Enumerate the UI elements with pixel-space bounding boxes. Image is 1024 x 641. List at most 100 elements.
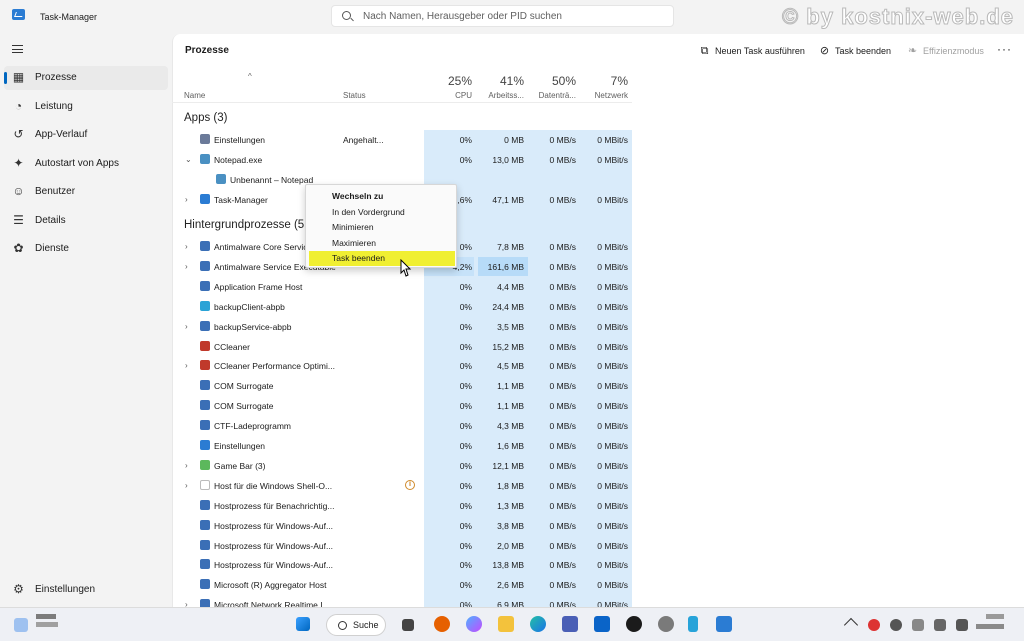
process-name: Hostprozess für Benachrichtig... — [214, 500, 335, 511]
expand-chevron-icon[interactable]: › — [185, 461, 188, 470]
volume-icon[interactable] — [934, 619, 946, 631]
table-row[interactable]: Hostprozess für Windows-Auf... 0% 3,8 MB 0 … — [172, 516, 632, 536]
table-row[interactable]: ⌄ Notepad.exe 0% 13,0 MB 0 MB/s 0 MBit/s — [172, 150, 632, 170]
cpu-total-percent[interactable]: 25% — [424, 74, 472, 88]
efficiency-mode-button[interactable]: ❧ Effizienzmodus — [907, 43, 984, 59]
efficiency-mode-label: Effizienzmodus — [923, 46, 984, 56]
more-options-button[interactable]: ··· — [997, 42, 1012, 56]
windows-start-icon[interactable] — [296, 617, 310, 631]
process-name: COM Surrogate — [214, 401, 274, 412]
disk-total-percent[interactable]: 50% — [528, 74, 576, 88]
process-name: CCleaner — [214, 341, 250, 352]
column-header-cpu[interactable]: CPU — [424, 91, 472, 100]
process-name: Microsoft (R) Aggregator Host — [214, 580, 327, 591]
table-row[interactable]: CTF-Ladeprogramm 0% 4,3 MB 0 MB/s 0 MBit/s — [172, 416, 632, 436]
end-task-button[interactable]: ⊘ Task beenden — [819, 43, 891, 59]
task-manager-taskbar-icon[interactable] — [716, 616, 732, 632]
expand-chevron-icon[interactable]: › — [185, 481, 188, 490]
sidebar-item-details[interactable]: ☰ Details — [4, 209, 168, 233]
network-total-percent[interactable]: 7% — [580, 74, 628, 88]
table-row[interactable]: COM Surrogate 0% 1,1 MB 0 MB/s 0 MBit/s — [172, 396, 632, 416]
task-view-icon[interactable] — [402, 619, 414, 631]
network-value: 0 MBit/s — [597, 361, 628, 372]
memory-total-percent[interactable]: 41% — [476, 74, 524, 88]
table-row[interactable]: › backupService-abpb 0% 3,5 MB 0 MB/s 0 MBit/… — [172, 317, 632, 337]
column-header-memory[interactable]: Arbeitss... — [476, 91, 524, 100]
expand-chevron-icon[interactable]: › — [185, 195, 188, 204]
table-row[interactable]: Einstellungen 0% 1,6 MB 0 MB/s 0 MBit/s — [172, 436, 632, 456]
expand-chevron-icon[interactable]: ⌄ — [185, 155, 192, 164]
copilot-icon[interactable] — [466, 616, 482, 632]
table-row[interactable]: COM Surrogate 0% 1,1 MB 0 MB/s 0 MBit/s — [172, 376, 632, 396]
table-row[interactable]: Application Frame Host 0% 4,4 MB 0 MB/s 0 MB… — [172, 277, 632, 297]
disk-value: 0 MB/s — [549, 242, 576, 252]
paused-icon: ll — [405, 479, 415, 490]
network-icon[interactable] — [912, 619, 924, 631]
chevron-up-icon[interactable] — [843, 617, 859, 633]
sidebar-item-leistung[interactable]: ◔ Leistung — [4, 95, 168, 119]
table-row[interactable]: › Host für die Windows Shell-O... ll 0% 1,8 … — [172, 476, 632, 496]
expand-chevron-icon[interactable]: › — [185, 361, 188, 370]
process-icon — [200, 400, 210, 411]
outlook-icon[interactable] — [594, 616, 610, 632]
table-row[interactable]: CCleaner 0% 15,2 MB 0 MB/s 0 MBit/s — [172, 337, 632, 357]
column-header-network[interactable]: Netzwerk — [580, 91, 628, 100]
sidebar-item-autostart-von-apps[interactable]: ✦ Autostart von Apps — [4, 152, 168, 176]
column-header-disk[interactable]: Datenträ... — [528, 91, 576, 100]
context-menu-item-in-den-vordergrund[interactable]: In den Vordergrund — [306, 205, 458, 220]
memory-value: 15,2 MB — [492, 341, 524, 352]
cloud-icon[interactable] — [890, 619, 902, 631]
table-row[interactable]: › Game Bar (3) 0% 12,1 MB 0 MB/s 0 MBit/s — [172, 456, 632, 476]
tray-app-icon[interactable] — [868, 619, 880, 631]
context-menu-item-task-beenden[interactable]: Task beenden — [309, 251, 455, 266]
expand-chevron-icon[interactable]: › — [185, 242, 188, 251]
taskbar-search[interactable]: Suche — [326, 614, 386, 636]
sidebar-item-prozesse[interactable]: ▦ Prozesse — [4, 66, 168, 90]
table-row[interactable]: Microsoft (R) Aggregator Host 0% 2,6 MB 0 M… — [172, 575, 632, 595]
table-row[interactable]: backupClient-abpb 0% 24,4 MB 0 MB/s 0 MBit/s — [172, 297, 632, 317]
widgets-icon[interactable] — [14, 618, 28, 632]
memory-value: 1,1 MB — [497, 401, 524, 412]
sidebar-item-dienste[interactable]: ✿ Dienste — [4, 237, 168, 261]
app-dark-icon[interactable] — [626, 616, 642, 632]
sidebar-item-settings[interactable]: ⚙ Einstellungen — [4, 578, 168, 602]
memory-value: 1,6 MB — [497, 441, 524, 451]
column-header-name[interactable]: Name — [184, 91, 205, 100]
context-menu-item-wechseln-zu[interactable]: Wechseln zu — [306, 189, 458, 204]
memory-value: 4,5 MB — [497, 361, 524, 372]
context-menu-item-minimieren[interactable]: Minimieren — [306, 220, 458, 235]
sidebar-item-app-verlauf[interactable]: ↺ App-Verlauf — [4, 123, 168, 147]
process-icon — [200, 300, 210, 311]
battery-icon[interactable] — [956, 619, 968, 631]
search-box[interactable] — [331, 5, 674, 27]
memory-value: 1,8 MB — [497, 480, 524, 491]
notepad-icon[interactable] — [688, 616, 698, 632]
expand-chevron-icon[interactable]: › — [185, 322, 188, 331]
settings-gear-icon[interactable] — [658, 616, 674, 632]
search-input[interactable] — [363, 9, 663, 24]
context-menu-item-maximieren[interactable]: Maximieren — [306, 236, 458, 251]
disk-value: 0 MB/s — [549, 480, 576, 491]
disk-value: 0 MB/s — [549, 281, 576, 292]
edge-icon[interactable] — [530, 616, 546, 632]
hamburger-menu-icon[interactable] — [12, 45, 23, 53]
firefox-icon[interactable] — [434, 616, 450, 632]
column-header-status[interactable]: Status — [343, 91, 366, 100]
table-row[interactable]: › CCleaner Performance Optimi... 0% 4,5 MB 0… — [172, 356, 632, 376]
table-row[interactable]: Einstellungen Angehalt... 0% 0 MB 0 MB/s 0 MB… — [172, 130, 632, 150]
cpu-value: 0% — [459, 281, 472, 292]
file-explorer-icon[interactable] — [498, 616, 514, 632]
process-name: Einstellungen — [214, 441, 266, 451]
memory-value: 0 MB — [504, 135, 524, 145]
run-new-task-button[interactable]: ⧉ Neuen Task ausführen — [699, 43, 805, 59]
expand-chevron-icon[interactable]: › — [185, 262, 188, 271]
list-icon: ☰ — [13, 212, 24, 227]
date-pixel-block — [976, 624, 1004, 629]
process-status: Angehalt... — [343, 135, 384, 145]
task-manager-icon — [12, 9, 25, 20]
table-row[interactable]: Hostprozess für Benachrichtig... 0% 1,3 MB… — [172, 496, 632, 516]
sidebar-item-benutzer[interactable]: ☺ Benutzer — [4, 180, 168, 204]
store-icon[interactable] — [562, 616, 578, 632]
table-row[interactable]: Hostprozess für Windows-Auf... 0% 13,8 MB 0… — [172, 555, 632, 575]
table-row[interactable]: Hostprozess für Windows-Auf... 0% 2,0 MB 0 … — [172, 536, 632, 556]
